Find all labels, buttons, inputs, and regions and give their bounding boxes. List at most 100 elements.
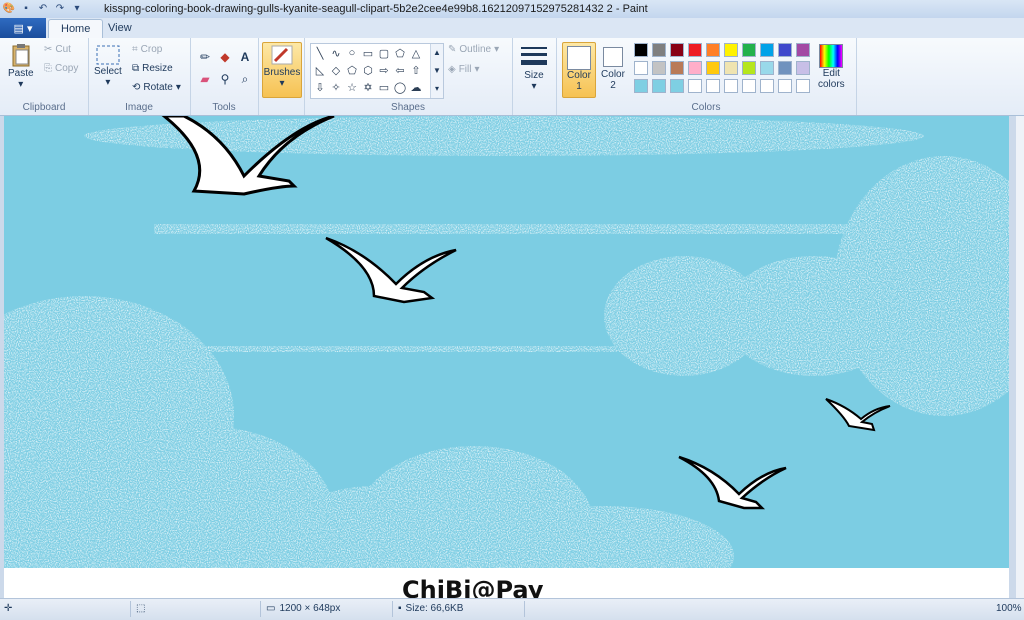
color1-button[interactable]: Color 1 <box>562 42 596 98</box>
drawing-canvas[interactable]: ChiBi@Pay <box>4 116 1009 598</box>
window-title: kisspng-coloring-book-drawing-gulls-kyan… <box>104 3 648 15</box>
paint-app-icon[interactable]: 🎨 <box>2 1 16 15</box>
palette-swatch[interactable] <box>778 61 792 75</box>
size-button[interactable]: Size ▾ <box>520 44 548 92</box>
outline-button[interactable]: ✎ Outline ▾ <box>448 44 499 55</box>
palette-swatch[interactable] <box>742 79 756 93</box>
customize-qat-icon[interactable]: ▾ <box>70 1 84 15</box>
down-arrow-shape-icon[interactable]: ⇩ <box>313 80 327 94</box>
cloud-callout-icon[interactable]: ☁ <box>409 80 423 94</box>
palette-swatch[interactable] <box>742 43 756 57</box>
undo-icon[interactable]: ↶ <box>36 1 50 15</box>
palette-swatch[interactable] <box>634 43 648 57</box>
status-divider <box>260 601 261 617</box>
oval-callout-icon[interactable]: ◯ <box>393 80 407 94</box>
brushes-button[interactable]: Brushes ▾ <box>262 42 302 98</box>
palette-swatch[interactable] <box>670 79 684 93</box>
outline-label: Outline <box>459 44 492 55</box>
polygon-shape-icon[interactable]: ⬠ <box>393 46 407 60</box>
oval-shape-icon[interactable]: ○ <box>345 46 359 60</box>
cut-button[interactable]: ✂ Cut <box>44 44 71 55</box>
six-point-star-icon[interactable]: ✡ <box>361 80 375 94</box>
vertical-scrollbar[interactable] <box>1016 116 1024 598</box>
rounded-rect-shape-icon[interactable]: ▢ <box>377 46 391 60</box>
ribbon-tab-row: ▤ ▾ Home View <box>0 18 1024 39</box>
rounded-callout-icon[interactable]: ▭ <box>377 80 391 94</box>
palette-swatch[interactable] <box>688 79 702 93</box>
image-dimensions: ▭ 1200 × 648px <box>266 603 340 614</box>
palette-swatch[interactable] <box>796 79 810 93</box>
four-point-star-icon[interactable]: ✧ <box>329 80 343 94</box>
left-arrow-shape-icon[interactable]: ⇦ <box>393 63 407 77</box>
fill-button[interactable]: ◈ Fill ▾ <box>448 64 480 75</box>
palette-swatch[interactable] <box>706 79 720 93</box>
eraser-icon[interactable]: ▰ <box>196 70 214 88</box>
select-label: Select <box>94 66 122 77</box>
palette-swatch[interactable] <box>778 79 792 93</box>
palette-swatch[interactable] <box>724 43 738 57</box>
save-icon[interactable]: ▪ <box>19 1 33 15</box>
right-arrow-shape-icon[interactable]: ⇨ <box>377 63 391 77</box>
disk-icon: ▪ <box>398 603 402 614</box>
magnifier-icon[interactable]: ⌕ <box>236 70 254 88</box>
color1-label: Color <box>567 70 591 81</box>
select-button[interactable]: Select ▾ <box>94 44 122 88</box>
shapes-scroll[interactable]: ▲ ▼ ▾ <box>430 44 443 98</box>
line-shape-icon[interactable]: ╲ <box>313 46 327 60</box>
palette-swatch[interactable] <box>688 61 702 75</box>
palette-swatch[interactable] <box>760 43 774 57</box>
color-picker-icon[interactable]: ⚲ <box>216 70 234 88</box>
text-tool-icon[interactable]: A <box>236 48 254 66</box>
palette-swatch[interactable] <box>670 43 684 57</box>
watermark-text: ChiBi@Pay <box>402 576 544 598</box>
tools-group-label: Tools <box>212 102 236 113</box>
crop-button[interactable]: ⌗ Crop <box>132 44 162 55</box>
curve-shape-icon[interactable]: ∿ <box>329 46 343 60</box>
edit-colors-label-b: colors <box>818 79 845 90</box>
palette-swatch[interactable] <box>760 61 774 75</box>
palette-swatch[interactable] <box>778 43 792 57</box>
resize-icon: ⧉ <box>132 63 140 74</box>
copy-button[interactable]: ⎘ Copy <box>44 63 78 74</box>
fill-bucket-icon[interactable]: ◆ <box>216 48 234 66</box>
title-bar: 🎨 ▪ ↶ ↷ ▾ kisspng-coloring-book-drawing-… <box>0 0 1024 19</box>
palette-swatch[interactable] <box>796 43 810 57</box>
rotate-button[interactable]: ⟲ Rotate ▾ <box>132 82 181 93</box>
palette-swatch[interactable] <box>634 61 648 75</box>
redo-icon[interactable]: ↷ <box>53 1 67 15</box>
palette-swatch[interactable] <box>796 61 810 75</box>
palette-swatch[interactable] <box>742 61 756 75</box>
edit-colors-button[interactable]: Edit colors <box>818 44 845 90</box>
palette-swatch[interactable] <box>706 61 720 75</box>
palette-swatch[interactable] <box>652 79 666 93</box>
color2-button[interactable]: Color 2 <box>598 42 628 96</box>
scissors-icon: ✂ <box>44 44 53 55</box>
diamond-shape-icon[interactable]: ◇ <box>329 63 343 77</box>
brushes-dropdown-icon: ▾ <box>279 78 285 89</box>
palette-swatch[interactable] <box>688 43 702 57</box>
shapes-group: ╲ ∿ ○ ▭ ▢ ⬠ △ ◺ ◇ ⬠ ⬡ ⇨ ⇦ ⇧ ⇩ ✧ ☆ ✡ ▭ ◯ … <box>304 38 513 115</box>
right-triangle-shape-icon[interactable]: ◺ <box>313 63 327 77</box>
resize-button[interactable]: ⧉ Resize <box>132 63 173 74</box>
palette-swatch[interactable] <box>760 79 774 93</box>
paste-button[interactable]: Paste ▾ <box>8 42 34 90</box>
palette-swatch[interactable] <box>724 61 738 75</box>
palette-swatch[interactable] <box>652 43 666 57</box>
palette-swatch[interactable] <box>724 79 738 93</box>
rectangle-shape-icon[interactable]: ▭ <box>361 46 375 60</box>
palette-swatch[interactable] <box>652 61 666 75</box>
five-point-star-icon[interactable]: ☆ <box>345 80 359 94</box>
up-arrow-shape-icon[interactable]: ⇧ <box>409 63 423 77</box>
paste-icon <box>12 44 30 67</box>
palette-swatch[interactable] <box>634 79 648 93</box>
paint-menu-button[interactable]: ▤ ▾ <box>0 18 46 38</box>
pencil-icon[interactable]: ✏ <box>196 48 214 66</box>
fill-icon: ◈ <box>448 64 456 75</box>
selection-icon: ⬚ <box>136 603 146 614</box>
hexagon-shape-icon[interactable]: ⬡ <box>361 63 375 77</box>
pentagon-shape-icon[interactable]: ⬠ <box>345 63 359 77</box>
tab-view[interactable]: View <box>96 19 144 38</box>
palette-swatch[interactable] <box>706 43 720 57</box>
palette-swatch[interactable] <box>670 61 684 75</box>
triangle-shape-icon[interactable]: △ <box>409 46 423 60</box>
